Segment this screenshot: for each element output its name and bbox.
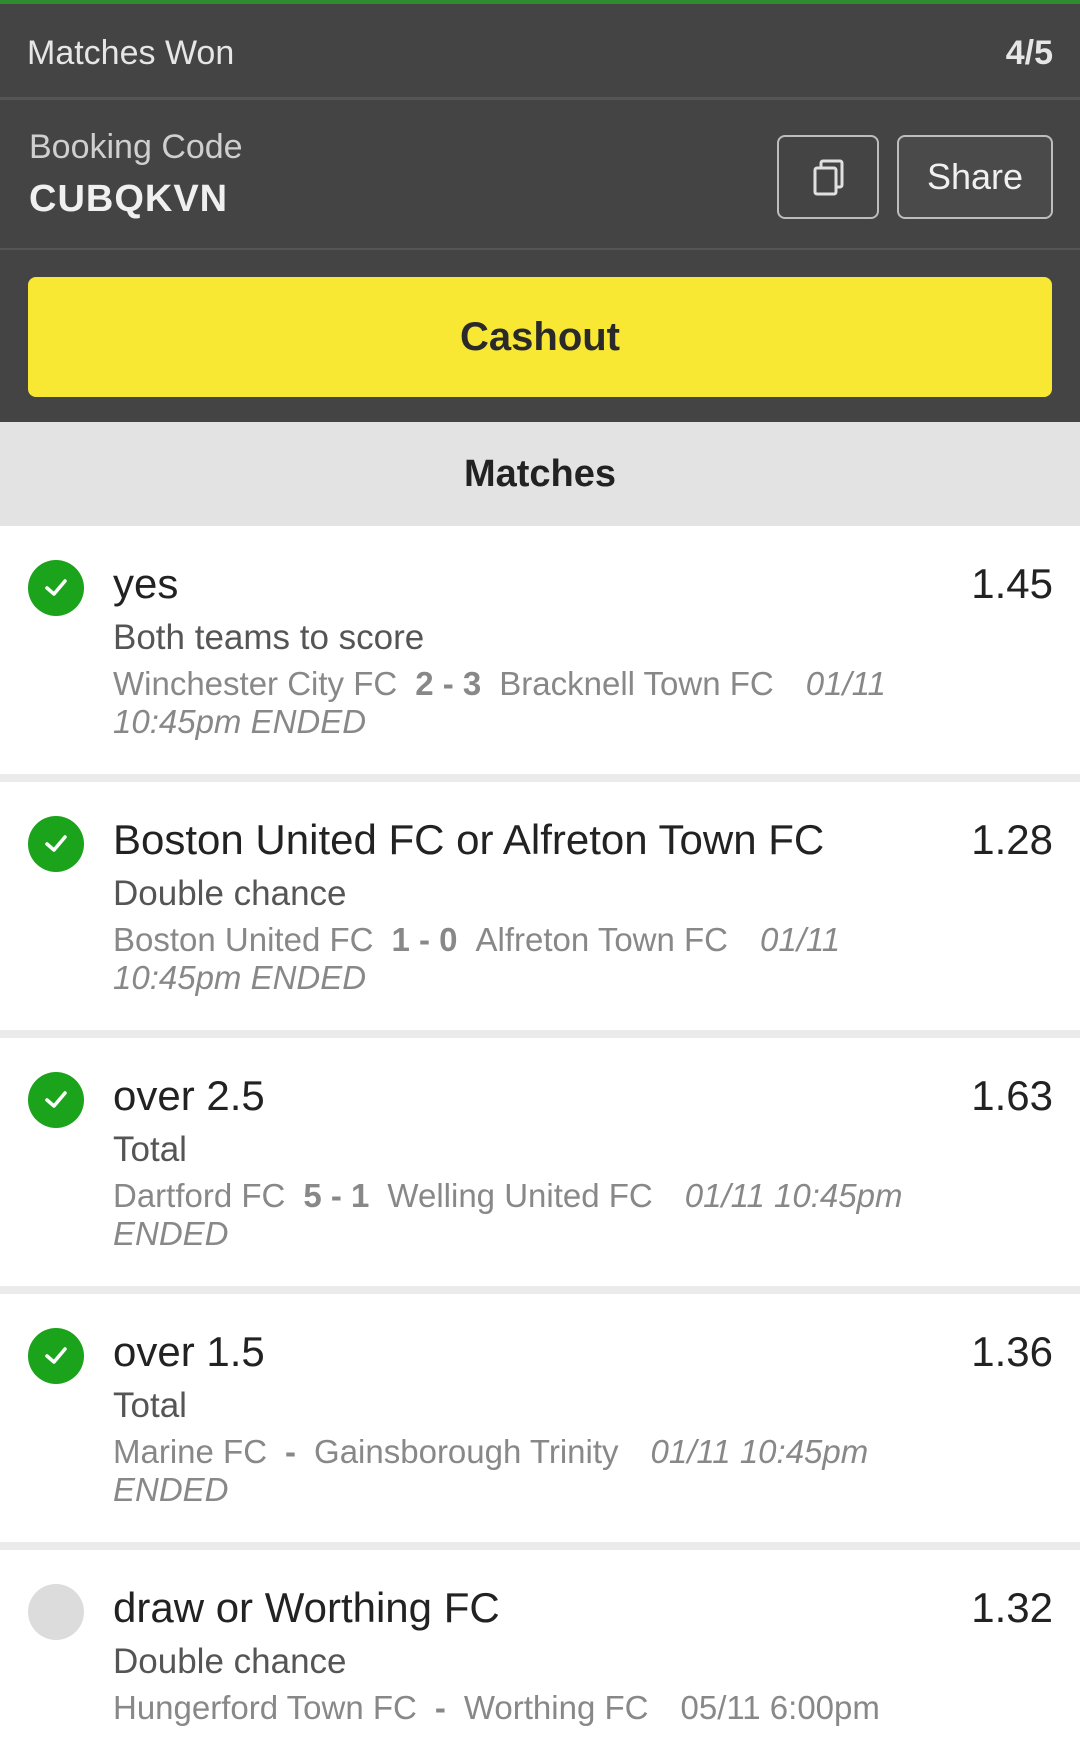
share-button[interactable]: Share — [897, 135, 1053, 219]
away-team: Worthing FC — [463, 1689, 649, 1726]
home-team: Marine FC — [113, 1433, 268, 1470]
match-market: Both teams to score — [113, 618, 425, 657]
match-market: Total — [113, 1386, 187, 1425]
match-fixture: Boston United FC 1 - 0 Alfreton Town FC 01/… — [113, 921, 913, 997]
match-card[interactable]: over 2.5 1.63 Total Dartford FC 5 - 1 Well… — [0, 1038, 1080, 1286]
match-status: ENDED — [113, 1471, 229, 1508]
cashout-section: Cashout — [0, 250, 1080, 422]
match-status: 10:45pm ENDED — [113, 703, 367, 740]
empty-circle-icon — [28, 1584, 84, 1640]
match-odds: 1.32 — [971, 1584, 1053, 1631]
away-team: Bracknell Town FC — [499, 665, 774, 702]
match-card[interactable]: over 1.5 1.36 Total Marine FC - Gainsborou… — [0, 1294, 1080, 1542]
match-score: - — [434, 1689, 446, 1726]
check-circle-icon — [28, 1072, 84, 1128]
match-status: ENDED — [113, 1215, 229, 1252]
match-fixture: Hungerford Town FC - Worthing FC 05/11 6:00… — [113, 1689, 1013, 1727]
matches-won-row: Matches Won 4/5 — [0, 4, 1080, 100]
matches-won-label: Matches Won — [27, 34, 235, 72]
away-team: Alfreton Town FC — [475, 921, 729, 958]
card-divider — [0, 774, 1080, 782]
match-card[interactable]: draw or Worthing FC 1.32 Double chance H… — [0, 1550, 1080, 1754]
match-card[interactable]: yes 1.45 Both teams to score Winchester … — [0, 526, 1080, 774]
match-pick: yes — [113, 560, 179, 607]
home-team: Hungerford Town FC — [113, 1689, 417, 1726]
card-divider — [0, 1286, 1080, 1294]
match-market: Double chance — [113, 874, 347, 913]
check-circle-icon — [28, 1328, 84, 1384]
match-pick: over 2.5 — [113, 1072, 265, 1119]
check-circle-icon — [28, 816, 84, 872]
matches-heading: Matches — [0, 422, 1080, 526]
match-pick: over 1.5 — [113, 1328, 265, 1375]
match-date: 01/11 — [760, 921, 841, 958]
match-card[interactable]: Boston United FC or Alfreton Town FC 1.2… — [0, 782, 1080, 1030]
match-odds: 1.45 — [971, 560, 1053, 607]
home-team: Boston United FC — [113, 921, 374, 958]
card-divider — [0, 1030, 1080, 1038]
match-date: 01/11 10:45pm — [684, 1177, 903, 1214]
match-odds: 1.28 — [971, 816, 1053, 863]
check-circle-icon — [28, 560, 84, 616]
match-odds: 1.36 — [971, 1328, 1053, 1375]
match-score: 2 - 3 — [415, 665, 482, 702]
away-team: Gainsborough Trinity — [314, 1433, 619, 1470]
match-score: - — [285, 1433, 297, 1470]
matches-won-value: 4/5 — [1005, 34, 1053, 72]
match-score: 5 - 1 — [303, 1177, 370, 1214]
booking-code-label: Booking Code — [29, 128, 243, 166]
match-date: 01/11 10:45pm — [650, 1433, 869, 1470]
away-team: Welling United FC — [387, 1177, 653, 1214]
home-team: Dartford FC — [113, 1177, 286, 1214]
copy-icon — [813, 159, 844, 196]
match-fixture: Winchester City FC 2 - 3 Bracknell Town FC… — [113, 665, 913, 741]
copy-button[interactable] — [777, 135, 879, 219]
home-team: Winchester City FC — [113, 665, 398, 702]
booking-code-value: CUBQKVN — [29, 178, 229, 220]
match-date: 05/11 6:00pm — [680, 1689, 880, 1726]
match-date: 01/11 — [805, 665, 886, 702]
match-pick: Boston United FC or Alfreton Town FC — [113, 816, 825, 863]
match-score: 1 - 0 — [391, 921, 458, 958]
booking-code-row: Booking Code CUBQKVN Share — [0, 100, 1080, 250]
match-status: 10:45pm ENDED — [113, 959, 367, 996]
cashout-button[interactable]: Cashout — [28, 277, 1052, 397]
match-odds: 1.63 — [971, 1072, 1053, 1119]
card-divider — [0, 1542, 1080, 1550]
match-market: Total — [113, 1130, 187, 1169]
match-market: Double chance — [113, 1642, 347, 1681]
match-pick: draw or Worthing FC — [113, 1584, 500, 1631]
match-fixture: Marine FC - Gainsborough Trinity 01/11 10:4… — [113, 1433, 913, 1509]
match-fixture: Dartford FC 5 - 1 Welling United FC 01/11 1… — [113, 1177, 913, 1253]
